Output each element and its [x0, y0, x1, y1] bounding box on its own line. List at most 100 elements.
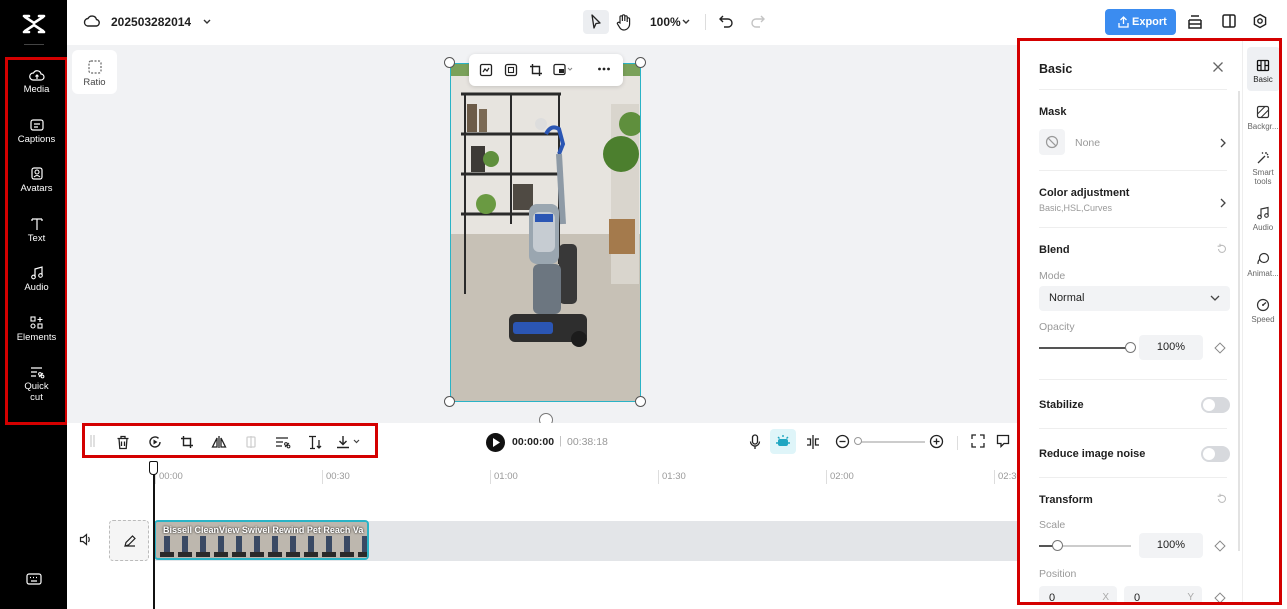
delete-icon[interactable]: [116, 435, 130, 450]
hand-tool-button[interactable]: [616, 13, 632, 31]
tab-basic[interactable]: Basic: [1243, 59, 1279, 84]
keyboard-shortcuts-icon[interactable]: [26, 573, 42, 586]
reset-icon[interactable]: [1216, 493, 1228, 505]
stabilize-title: Stabilize: [1039, 399, 1084, 411]
comment-icon[interactable]: [996, 434, 1010, 448]
project-name[interactable]: 202503282014: [111, 15, 191, 29]
export-button[interactable]: Export: [1105, 9, 1176, 35]
reduce-noise-toggle[interactable]: [1201, 446, 1230, 462]
tab-animation[interactable]: Animat...: [1243, 252, 1279, 278]
cloud-sync-icon[interactable]: [83, 13, 101, 29]
ruler-tick: 01:00: [490, 470, 518, 484]
undo-button[interactable]: [718, 13, 734, 29]
playhead-handle[interactable]: [149, 461, 158, 475]
split-start-icon: [89, 434, 97, 448]
sidebar-divider: [24, 44, 44, 45]
sidebar-item-text[interactable]: Text: [8, 217, 65, 244]
ratio-button[interactable]: Ratio: [72, 50, 117, 94]
scale-slider-thumb[interactable]: [1052, 540, 1063, 551]
tab-background[interactable]: Backgr...: [1243, 105, 1279, 131]
tab-label: Animat...: [1247, 269, 1279, 278]
mask-none-icon[interactable]: [1039, 129, 1065, 155]
crop-icon[interactable]: [529, 63, 543, 77]
chevron-right-icon[interactable]: [1219, 198, 1227, 208]
ai-voice-button[interactable]: [770, 429, 796, 454]
zoom-level-dropdown[interactable]: 100%: [650, 15, 681, 29]
resize-handle[interactable]: [635, 57, 646, 68]
panel-scrollbar[interactable]: [1238, 91, 1240, 551]
layers-button[interactable]: [1187, 13, 1203, 31]
quick-cut-icon[interactable]: [275, 435, 291, 449]
ruler-tick: 00:30: [322, 470, 350, 484]
blend-mode-select[interactable]: Normal: [1039, 286, 1230, 311]
ruler-tick: 00:00: [155, 470, 183, 484]
zoom-out-icon[interactable]: [835, 434, 850, 449]
flip-icon[interactable]: [211, 435, 227, 449]
position-y-axis: Y: [1187, 592, 1194, 603]
sidebar-item-media[interactable]: Media: [8, 68, 65, 95]
time-ruler[interactable]: 00:00 00:30 01:00 01:30 02:00 02:30: [67, 461, 1017, 485]
keyframe-diamond-icon[interactable]: [1214, 592, 1226, 602]
select-tool-button[interactable]: [583, 10, 609, 34]
split-clip-icon[interactable]: [805, 434, 821, 450]
sidebar-item-elements[interactable]: Elements: [8, 316, 65, 343]
section-divider: [1039, 227, 1227, 228]
freeze-frame-icon[interactable]: [148, 435, 162, 449]
chevron-right-icon[interactable]: [1219, 138, 1227, 148]
sidebar-item-avatars[interactable]: Avatars: [8, 167, 65, 194]
picture-in-picture-icon[interactable]: [553, 63, 573, 77]
text-split-icon[interactable]: [308, 435, 322, 450]
reset-icon[interactable]: [1216, 243, 1228, 255]
elements-icon: [29, 316, 43, 329]
keyframe-diamond-icon[interactable]: [1214, 540, 1226, 552]
preview-canvas[interactable]: Ratio: [67, 45, 1017, 423]
opacity-input[interactable]: 100%: [1139, 335, 1203, 360]
cover-edit-button[interactable]: [109, 520, 149, 561]
video-clip[interactable]: Bissell CleanView Swivel Rewind Pet Reac…: [154, 520, 369, 560]
clip-title: Bissell CleanView Swivel Rewind Pet Reac…: [163, 525, 364, 535]
fullscreen-icon[interactable]: [971, 434, 985, 448]
more-options-icon[interactable]: [597, 62, 611, 76]
settings-button[interactable]: [1252, 13, 1268, 29]
position-x-input[interactable]: 0 X: [1039, 586, 1117, 603]
sidebar-item-captions[interactable]: Captions: [8, 118, 65, 145]
sidebar-item-audio[interactable]: Audio: [8, 266, 65, 293]
tab-speed[interactable]: Speed: [1243, 298, 1279, 324]
track-volume-icon[interactable]: [79, 533, 93, 546]
tab-audio[interactable]: Audio: [1243, 206, 1279, 232]
zoom-in-icon[interactable]: [929, 434, 944, 449]
sidebar-item-quick-cut[interactable]: Quick cut: [8, 365, 65, 403]
timeline-zoom-slider[interactable]: [857, 441, 925, 443]
chevron-down-icon[interactable]: [202, 18, 212, 26]
scale-input[interactable]: 100%: [1139, 533, 1203, 558]
resize-handle[interactable]: [444, 57, 455, 68]
close-icon[interactable]: [1212, 61, 1224, 73]
layout-toggle-button[interactable]: [1221, 13, 1237, 29]
resize-handle[interactable]: [444, 396, 455, 407]
crop-icon[interactable]: [180, 435, 194, 449]
section-divider: [1039, 170, 1227, 171]
play-button[interactable]: [486, 433, 505, 452]
replace-media-icon[interactable]: [479, 63, 493, 77]
timeline-zoom-slider-thumb[interactable]: [854, 437, 862, 445]
stabilize-toggle[interactable]: [1201, 397, 1230, 413]
timeline[interactable]: 00:00 00:30 01:00 01:30 02:00 02:30: [67, 461, 1017, 609]
keyframe-diamond-icon[interactable]: [1214, 342, 1226, 354]
rotate-handle[interactable]: [539, 413, 553, 423]
record-voice-icon[interactable]: [749, 434, 761, 450]
color-adjustment-title[interactable]: Color adjustment: [1039, 187, 1129, 199]
mask-value[interactable]: None: [1075, 137, 1100, 149]
position-x-axis: X: [1102, 592, 1109, 603]
chevron-down-icon[interactable]: [681, 18, 691, 26]
download-icon[interactable]: [336, 435, 362, 449]
ai-sparkle-icon: [776, 435, 790, 446]
opacity-slider-thumb[interactable]: [1125, 342, 1136, 353]
playhead[interactable]: [153, 471, 155, 609]
capcut-logo-icon[interactable]: [22, 12, 46, 36]
video-preview[interactable]: [450, 63, 641, 402]
redo-button[interactable]: [750, 13, 766, 29]
resize-handle[interactable]: [635, 396, 646, 407]
position-y-input[interactable]: 0 Y: [1124, 586, 1202, 603]
tab-smart-tools[interactable]: Smart tools: [1243, 151, 1279, 186]
fit-frame-icon[interactable]: [504, 63, 518, 77]
